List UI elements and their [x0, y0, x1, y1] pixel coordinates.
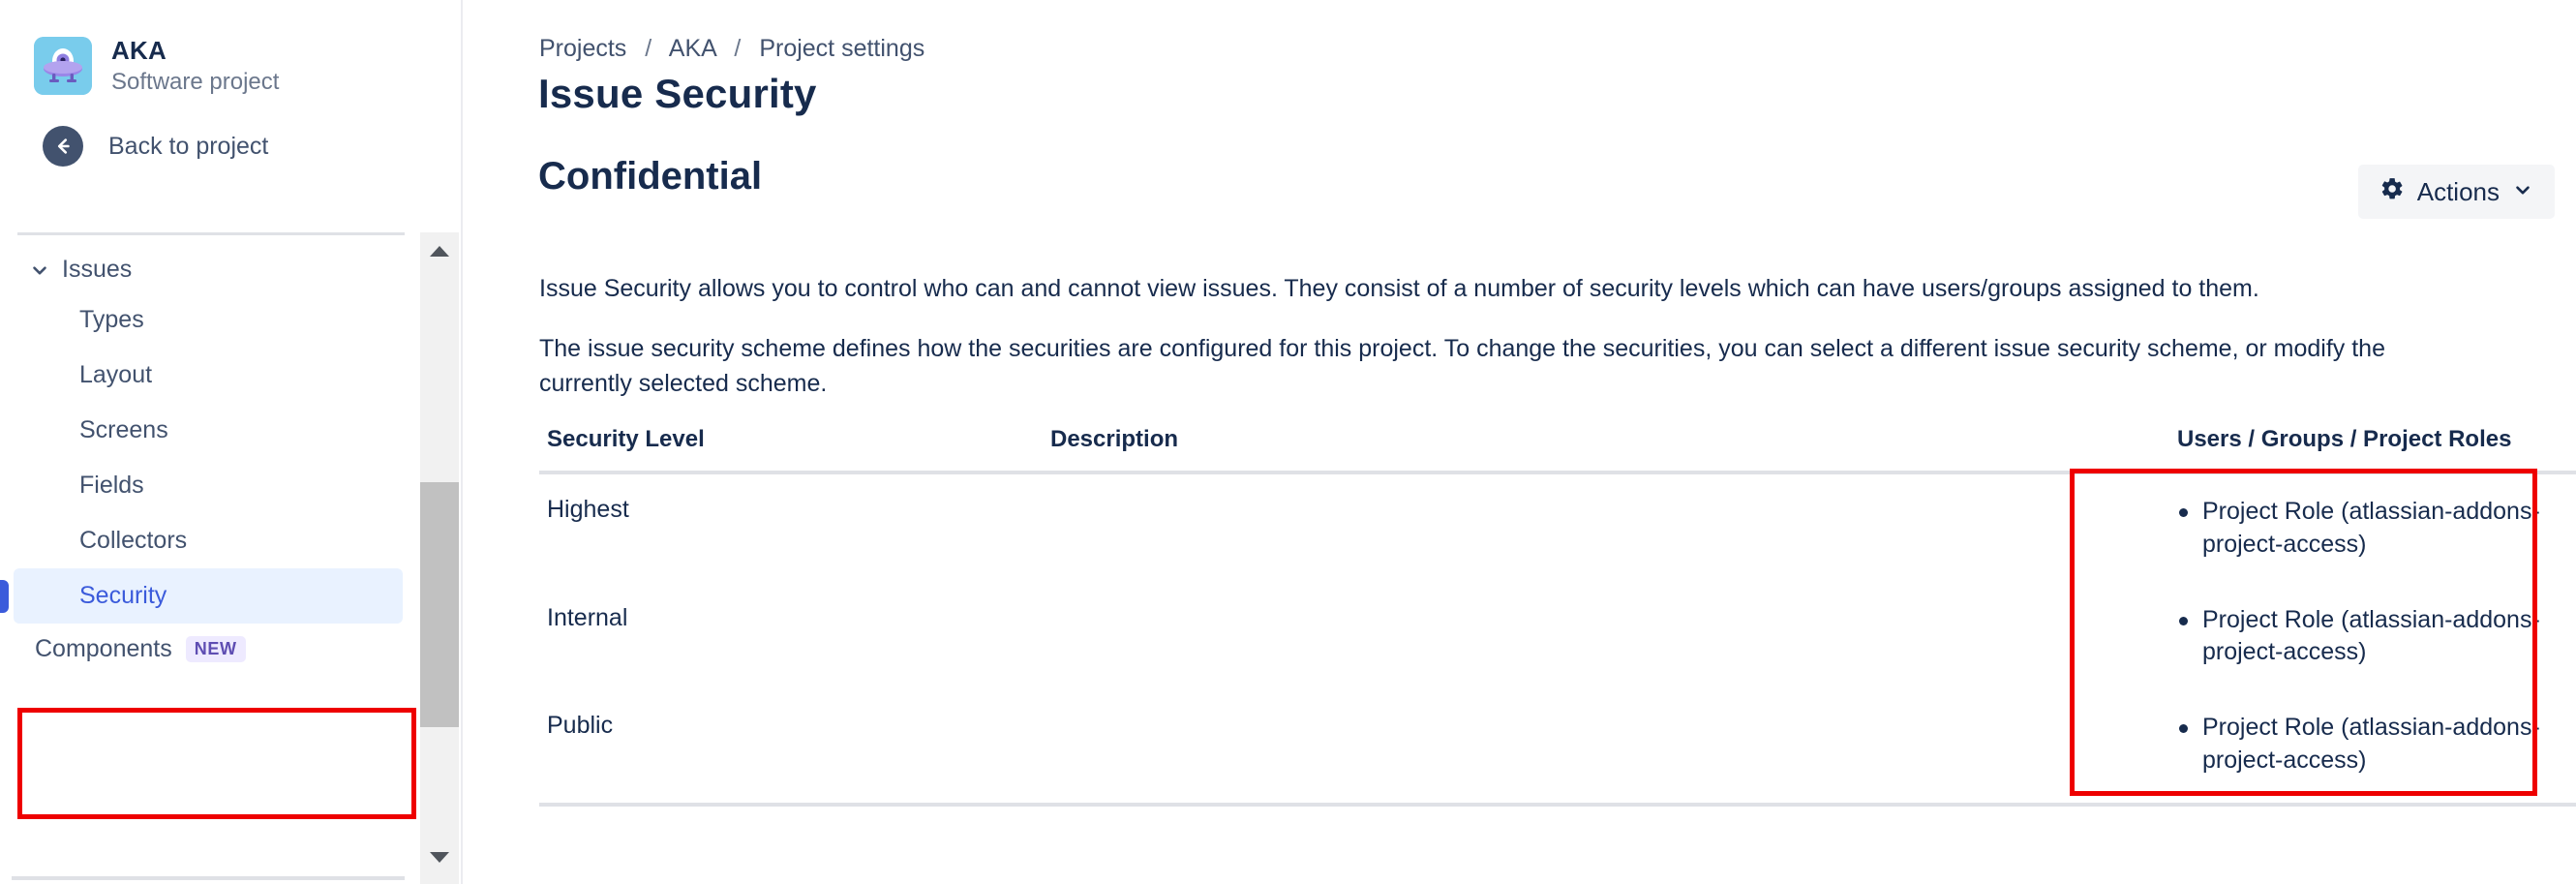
- sidebar-item-collectors[interactable]: Collectors: [14, 513, 403, 568]
- project-name: AKA: [111, 36, 167, 65]
- project-settings-sidebar: AKA Software project Back to project Iss…: [0, 0, 463, 884]
- cell-roles: Project Role (atlassian-addons-project-a…: [2169, 690, 2576, 807]
- sidebar-item-layout[interactable]: Layout: [14, 348, 403, 403]
- cell-spacer: [1488, 583, 2169, 691]
- table-head: Security Level Description Users / Group…: [539, 426, 2576, 474]
- chevron-down-icon: [2512, 177, 2533, 207]
- cell-security-level: Highest: [547, 496, 629, 523]
- settings-nav: Issues Types Layout Screens Fields Colle…: [0, 247, 416, 675]
- cell-roles: Project Role (atlassian-addons-project-a…: [2169, 472, 2576, 583]
- list-item: Project Role (atlassian-addons-project-a…: [2177, 496, 2576, 562]
- project-type: Software project: [111, 68, 280, 95]
- new-badge: NEW: [185, 636, 246, 662]
- list-item: Project Role (atlassian-addons-project-a…: [2177, 712, 2576, 777]
- sidebar-item-fields[interactable]: Fields: [14, 458, 403, 513]
- intro-paragraph-2: The issue security scheme defines how th…: [539, 335, 2385, 398]
- sidebar-item-components[interactable]: Components NEW: [0, 624, 416, 675]
- sidebar-scrollbar-thumb[interactable]: [420, 482, 459, 727]
- actions-button[interactable]: Actions: [2357, 165, 2555, 219]
- breadcrumb: Projects / AKA / Project settings: [539, 35, 924, 63]
- roles-list: Project Role (atlassian-addons-project-a…: [2177, 496, 2576, 562]
- cell-description: [1043, 690, 1488, 807]
- project-meta: AKA Software project: [111, 37, 279, 95]
- list-item: Project Role (atlassian-addons-project-a…: [2177, 604, 2576, 670]
- table-row: Internal Project Role (atlassian-addons-…: [539, 583, 2576, 691]
- cell-security-level: Internal: [547, 603, 628, 631]
- sidebar-item-screens[interactable]: Screens: [14, 403, 403, 458]
- sidebar-section-issues[interactable]: Issues: [0, 247, 416, 292]
- table-row: Public Project Role (atlassian-addons-pr…: [539, 690, 2576, 807]
- breadcrumb-item-projects[interactable]: Projects: [539, 35, 626, 62]
- column-header-users-groups-project-roles: Users / Groups / Project Roles: [2169, 426, 2576, 474]
- column-header-security-level: Security Level: [539, 426, 1043, 474]
- column-header-spacer: [1488, 426, 2169, 474]
- sidebar-divider: [17, 232, 405, 235]
- sidebar-item-security[interactable]: Security: [14, 568, 403, 624]
- table-header-row: Security Level Description Users / Group…: [539, 426, 2576, 474]
- sidebar-item-types[interactable]: Types: [14, 292, 403, 348]
- cell-description: [1043, 583, 1488, 691]
- app-root: AKA Software project Back to project Iss…: [0, 0, 2576, 884]
- intro-paragraph-1: Issue Security allows you to control who…: [539, 275, 2259, 302]
- breadcrumb-item-project-settings[interactable]: Project settings: [759, 35, 924, 62]
- breadcrumb-item-aka[interactable]: AKA: [669, 35, 716, 62]
- chevron-down-icon: [29, 259, 54, 281]
- triangle-up-icon[interactable]: [420, 232, 459, 269]
- security-levels-table: Security Level Description Users / Group…: [539, 426, 2576, 807]
- scheme-title: Confidential: [538, 155, 763, 198]
- ufo-robot-avatar-icon: [34, 37, 92, 95]
- breadcrumb-separator: /: [734, 35, 742, 62]
- breadcrumb-separator: /: [645, 35, 652, 62]
- cell-roles: Project Role (atlassian-addons-project-a…: [2169, 583, 2576, 691]
- table-body: Highest Project Role (atlassian-addons-p…: [539, 472, 2576, 807]
- cell-spacer: [1488, 690, 2169, 807]
- table-row: Highest Project Role (atlassian-addons-p…: [539, 472, 2576, 583]
- page-title: Issue Security: [538, 71, 817, 116]
- cell-description: [1043, 472, 1488, 583]
- cell-security-level: Public: [539, 690, 1043, 807]
- roles-list: Project Role (atlassian-addons-project-a…: [2177, 604, 2576, 670]
- sidebar-divider-bottom: [12, 876, 405, 880]
- sidebar-scrollbar[interactable]: [420, 232, 459, 884]
- column-header-description: Description: [1043, 426, 1488, 474]
- main-content: Projects / AKA / Project settings Issue …: [465, 0, 2576, 884]
- back-to-project-link[interactable]: Back to project: [0, 95, 461, 167]
- cell-spacer: [1488, 472, 2169, 583]
- sidebar-item-components-label: Components: [35, 635, 172, 662]
- back-to-project-label: Back to project: [108, 132, 269, 160]
- gear-icon: [2379, 176, 2405, 208]
- arrow-left-icon: [43, 126, 83, 167]
- project-header[interactable]: AKA Software project: [0, 0, 461, 95]
- sidebar-section-issues-label: Issues: [62, 256, 133, 283]
- actions-button-label: Actions: [2416, 176, 2500, 206]
- triangle-down-icon[interactable]: [420, 839, 459, 876]
- roles-list: Project Role (atlassian-addons-project-a…: [2177, 712, 2576, 777]
